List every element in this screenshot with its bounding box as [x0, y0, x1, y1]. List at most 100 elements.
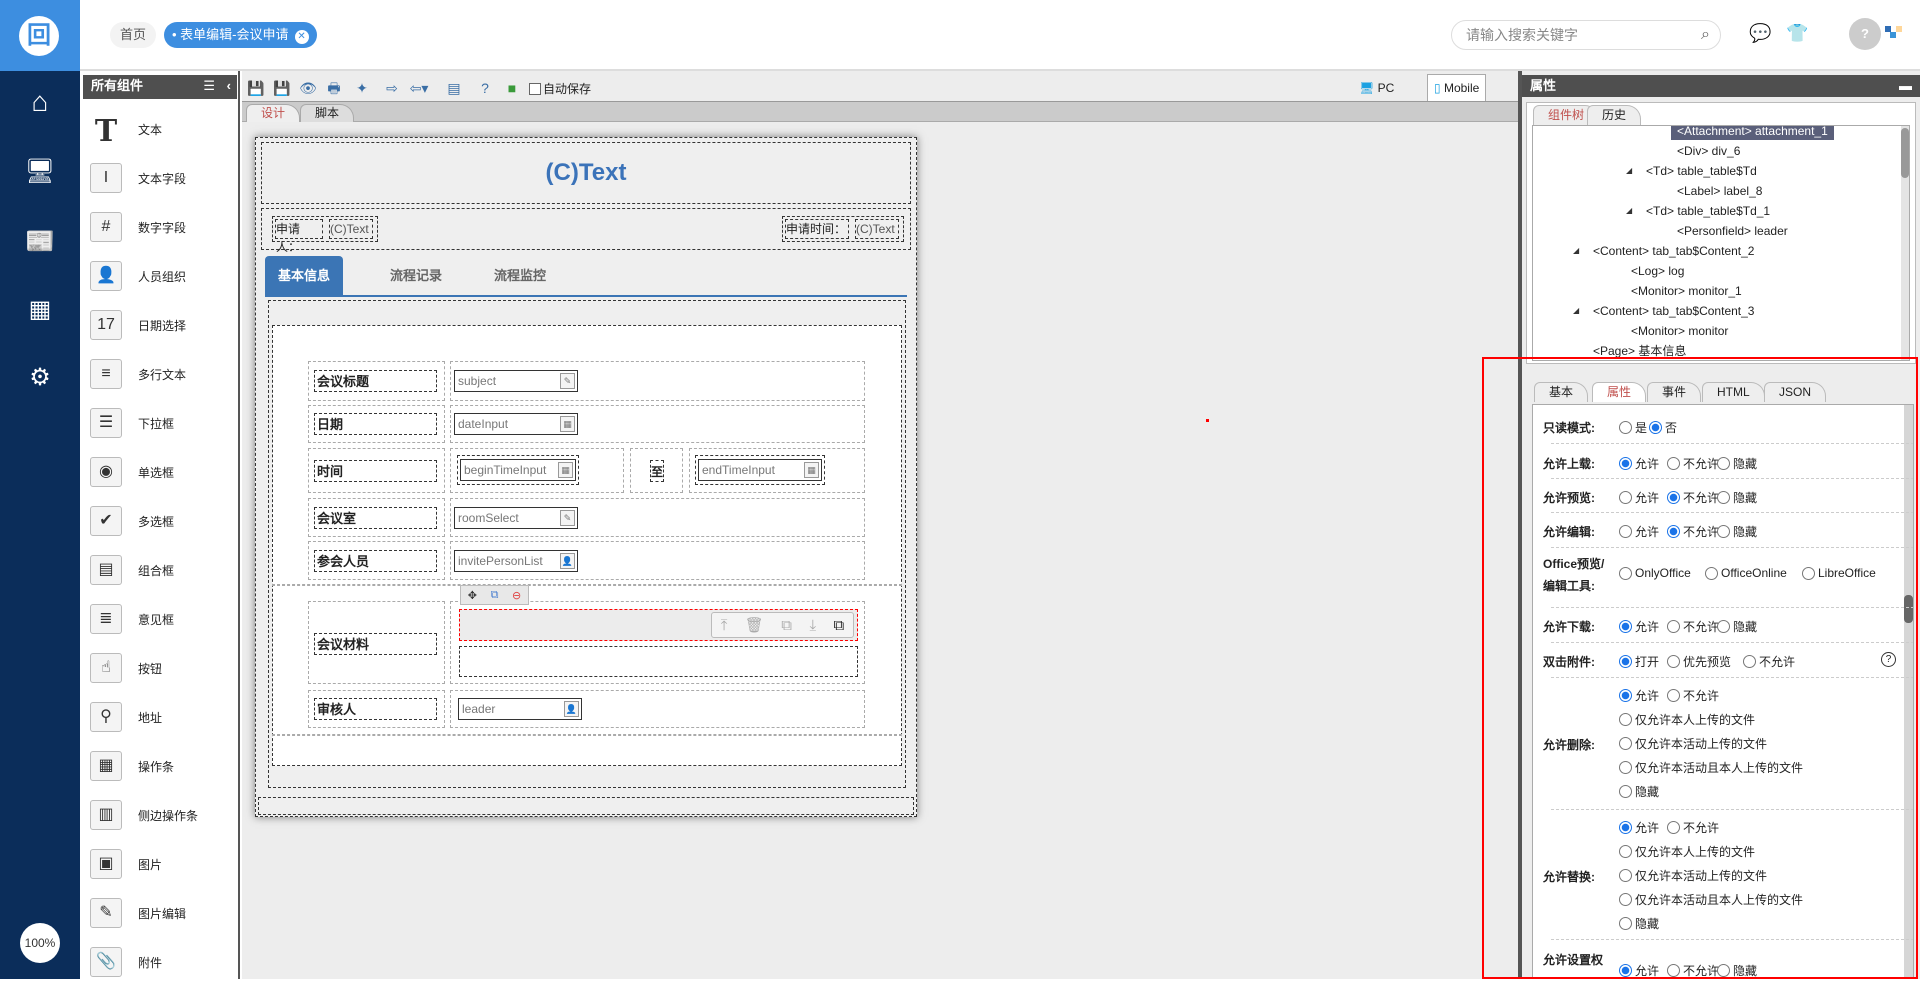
palette-item[interactable]: 👤 人员组织 [90, 256, 230, 296]
news-icon[interactable]: 📰 [20, 222, 60, 262]
replace-icon[interactable]: ⧉ [781, 617, 792, 634]
field-subject[interactable]: subject ✎ [454, 370, 578, 392]
field-label[interactable]: 会议室 [314, 506, 437, 529]
field-end-time[interactable]: endTimeInput ▦ [698, 459, 822, 481]
tree-node[interactable]: <Td> table_table$Td [1640, 162, 1763, 180]
import-icon[interactable]: ⇦▾ [409, 78, 429, 98]
tab-flow-record[interactable]: 流程记录 [390, 256, 442, 295]
expand-icon[interactable]: ◢ [1573, 246, 1579, 255]
tree-node[interactable]: <Content> tab_tab$Content_3 [1587, 302, 1760, 320]
palette-item[interactable]: # 数字字段 [90, 207, 230, 247]
tab-prop-属性[interactable]: 属性 [1592, 382, 1647, 402]
radio-upload-2[interactable]: 隐藏 [1717, 455, 1757, 472]
tree-node[interactable]: <Content> tab_tab$Content_2 [1587, 242, 1760, 260]
palette-item[interactable]: ≡ 多行文本 [90, 354, 230, 394]
radio-perm-0[interactable]: 允许 [1619, 962, 1659, 978]
expand-icon[interactable]: ◢ [1573, 306, 1579, 315]
field-leader[interactable]: leader 👤 [458, 698, 582, 720]
user-settings-icon[interactable]: ⚙ [20, 358, 60, 398]
apply-time-group[interactable]: 申请时间： (C)Text [782, 216, 904, 242]
radio-delete-3[interactable]: 仅允许本活动上传的文件 [1619, 735, 1767, 752]
tree-node[interactable]: <Personfield> leader [1671, 222, 1794, 240]
magic-wand-icon[interactable]: ✦ [352, 78, 372, 98]
radio-office-2[interactable]: LibreOffice [1802, 566, 1876, 580]
menu-icon[interactable]: ☰ [203, 75, 215, 97]
pc-view-button[interactable]: 🖥 PC [1359, 78, 1394, 98]
mobile-view-button[interactable]: ▯ Mobile [1427, 74, 1487, 101]
tab-history[interactable]: 历史 [1587, 105, 1642, 125]
close-icon[interactable]: ✕ [294, 30, 309, 44]
radio-replace-3[interactable]: 仅允许本活动上传的文件 [1619, 867, 1767, 884]
radio-edit-0[interactable]: 允许 [1619, 523, 1659, 540]
calendar-icon[interactable]: ▦ [20, 290, 60, 330]
calendar-icon[interactable]: ▦ [560, 416, 575, 432]
copy-icon[interactable]: ⧉ [491, 589, 499, 602]
list-icon[interactable]: ▤ [444, 78, 464, 98]
palette-item[interactable]: ✎ 图片编辑 [90, 893, 230, 933]
field-date[interactable]: dateInput ▦ [454, 413, 578, 435]
search-icon[interactable]: ⌕ [1701, 21, 1710, 49]
radio-dblclick-1[interactable]: 优先预览 [1667, 653, 1731, 670]
tab-form-edit[interactable]: • 表单编辑-会议申请 ✕ [164, 22, 317, 48]
field-label[interactable]: 参会人员 [314, 549, 437, 572]
person-icon[interactable]: 👤 [560, 552, 575, 569]
zoom-level[interactable]: 100% [20, 923, 60, 963]
palette-item[interactable]: ☝ 按钮 [90, 648, 230, 688]
save-icon[interactable]: 💾 [246, 78, 266, 98]
palette-item[interactable]: ⚲ 地址 [90, 697, 230, 737]
radio-replace-4[interactable]: 仅允许本活动且本人上传的文件 [1619, 891, 1803, 908]
person-icon[interactable]: 👤 [564, 701, 579, 717]
field-label[interactable]: 会议材料 [314, 633, 437, 655]
radio-office-1[interactable]: OfficeOnline [1705, 566, 1787, 580]
open-external-icon[interactable]: ⧉ [834, 617, 845, 634]
export-icon[interactable]: ⇨ [382, 78, 402, 98]
palette-item[interactable]: ≣ 意见框 [90, 599, 230, 639]
help-icon[interactable]: ? [475, 78, 495, 98]
radio-replace-2[interactable]: 仅允许本人上传的文件 [1619, 843, 1755, 860]
radio-replace-0[interactable]: 允许 [1619, 819, 1659, 836]
radio-office-0[interactable]: OnlyOffice [1619, 566, 1691, 580]
palette-item[interactable]: ▦ 操作条 [90, 746, 230, 786]
radio-dblclick-0[interactable]: 打开 [1619, 653, 1659, 670]
shirt-icon[interactable]: 👕 [1786, 23, 1808, 44]
field-begin-time[interactable]: beginTimeInput ▦ [460, 459, 576, 481]
preview-eye-icon[interactable]: 👁 [298, 78, 318, 98]
tab-prop-事件[interactable]: 事件 [1647, 382, 1702, 402]
tree-node[interactable]: <Page> 基本信息 [1587, 342, 1692, 360]
palette-item[interactable]: 📎 附件 [90, 942, 230, 982]
autosave-checkbox[interactable]: 自动保存 [529, 80, 591, 97]
radio-readonly-0[interactable]: 是 [1619, 419, 1647, 436]
tab-prop-html[interactable]: HTML [1702, 382, 1765, 402]
expand-icon[interactable]: ◢ [1626, 206, 1632, 215]
applicant-group[interactable]: 申请人： (C)Text [272, 216, 378, 254]
tab-prop-json[interactable]: JSON [1764, 382, 1827, 402]
field-invite[interactable]: invitePersonList 👤 [454, 549, 578, 572]
field-label[interactable]: 日期 [314, 413, 437, 435]
palette-item[interactable]: ☰ 下拉框 [90, 403, 230, 443]
tree-node[interactable]: <Monitor> monitor_1 [1625, 282, 1748, 300]
save-as-icon[interactable]: 💾 [272, 78, 292, 98]
radio-delete-4[interactable]: 仅允许本活动且本人上传的文件 [1619, 759, 1803, 776]
form-title[interactable]: (C)Text [261, 142, 911, 204]
tab-flow-monitor[interactable]: 流程监控 [494, 256, 546, 295]
radio-replace-5[interactable]: 隐藏 [1619, 915, 1659, 932]
calendar-icon[interactable]: ▦ [804, 462, 819, 478]
tab-basic-info[interactable]: 基本信息 [265, 256, 343, 295]
message-icon[interactable]: 💬 [1749, 23, 1771, 44]
radio-delete-1[interactable]: 不允许 [1667, 687, 1719, 704]
tree-node[interactable]: <Monitor> monitor [1625, 322, 1734, 340]
radio-upload-0[interactable]: 允许 [1619, 455, 1659, 472]
upload-icon[interactable]: ⤒ [721, 617, 728, 634]
radio-download-2[interactable]: 隐藏 [1717, 618, 1757, 635]
radio-preview-0[interactable]: 允许 [1619, 489, 1659, 506]
delete-icon[interactable]: 🗑 [745, 616, 764, 634]
download-icon[interactable]: ⤓ [809, 617, 816, 634]
help-icon[interactable]: ? [1881, 652, 1896, 667]
calendar-icon[interactable]: ▦ [558, 462, 573, 478]
radio-replace-1[interactable]: 不允许 [1667, 819, 1719, 836]
edit-icon[interactable]: ✎ [560, 373, 575, 389]
palette-item[interactable]: ▥ 侧边操作条 [90, 795, 230, 835]
edit-icon[interactable]: ✎ [560, 509, 575, 526]
search-input[interactable]: 请输入搜索关键字 ⌕ [1451, 20, 1721, 50]
layers-icon[interactable]: ■ [502, 78, 522, 98]
